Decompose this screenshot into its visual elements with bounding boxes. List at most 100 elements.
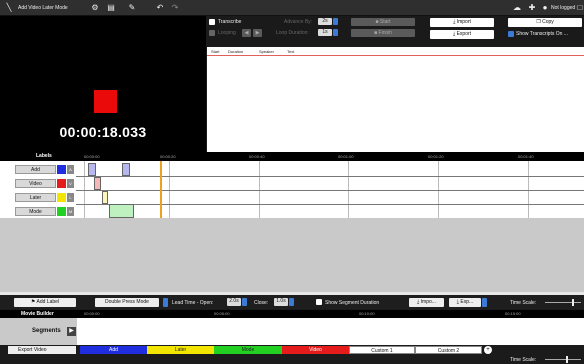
- show-transcripts-label: Show Transcripts On ...: [516, 31, 568, 37]
- top-toolbar: ╲ Add Video Later Mode ⚙ ▤ ✎ ↶ ↷ ☁ ✚ ● N…: [0, 0, 584, 16]
- show-segment-duration-checkbox[interactable]: [316, 299, 322, 307]
- loop-duration-stepper[interactable]: [333, 29, 338, 36]
- transcript-table[interactable]: Start Duration Speaker Text: [207, 47, 584, 152]
- transcribe-checkbox[interactable]: [209, 19, 215, 27]
- label-mode-key: M: [67, 207, 74, 216]
- close-label: Close:: [254, 300, 269, 306]
- timeline-tracks[interactable]: Add A Video V Later L Mode M: [0, 161, 584, 218]
- label-toolbar: ⚑ Add Label Double Press Mode Lead Time …: [0, 295, 584, 309]
- advance-by-stepper[interactable]: [333, 18, 338, 25]
- export-button[interactable]: ⤓ Export: [430, 30, 494, 39]
- transcript-controls: Transcribe Advance By: 2s ■ Start Loopin…: [206, 16, 584, 46]
- copy-button[interactable]: ❐ Copy: [508, 18, 582, 27]
- col-duration[interactable]: Duration: [228, 49, 243, 54]
- movie-builder-tracks: Export Video Add Later Mode Video Custom…: [0, 345, 584, 364]
- timeline-empty-area: [0, 218, 584, 292]
- segment-video[interactable]: [94, 177, 101, 190]
- cloud-icon[interactable]: ☁: [512, 3, 522, 13]
- advance-by-label: Advance By:: [284, 19, 313, 25]
- close-stepper[interactable]: [289, 298, 294, 306]
- tick: 00:01:00: [338, 154, 354, 159]
- add-label-button[interactable]: ⚑ Add Label: [14, 298, 76, 307]
- import-button[interactable]: ⤓ Import: [430, 18, 494, 27]
- segment-later[interactable]: [102, 191, 108, 204]
- redo-icon[interactable]: ↷: [170, 3, 180, 13]
- loop-back-button[interactable]: ◀: [242, 29, 251, 37]
- movie-time-scale-slider[interactable]: [545, 359, 581, 360]
- labels-export-button[interactable]: ⤓ Exp...: [449, 298, 481, 307]
- loop-duration-label: Loop Duration:: [276, 30, 309, 36]
- label-add-button[interactable]: Add: [15, 165, 56, 174]
- label-video-button[interactable]: Video: [15, 179, 56, 188]
- labels-import-button[interactable]: ⤓ Impo...: [409, 298, 444, 307]
- press-mode-dropdown[interactable]: [163, 298, 168, 307]
- segments-play-icon[interactable]: ▶: [67, 327, 76, 336]
- row-divider: [76, 204, 584, 205]
- save-icon[interactable]: ▤: [106, 3, 116, 13]
- lead-time-field[interactable]: 2.0s: [227, 298, 241, 306]
- timeline-ruler[interactable]: Labels 00:00:00 00:00:20 00:00:40 00:01:…: [0, 152, 584, 161]
- time-scale-label: Time Scale:: [510, 300, 537, 306]
- lead-time-stepper[interactable]: [242, 298, 247, 306]
- label-later-color[interactable]: [57, 193, 66, 202]
- video-player[interactable]: 00:00:18.033: [0, 16, 206, 152]
- settings-icon[interactable]: ⚙: [90, 3, 100, 13]
- export-dropdown[interactable]: [482, 298, 487, 307]
- pen-icon[interactable]: ✎: [127, 3, 137, 13]
- col-speaker[interactable]: Speaker: [259, 49, 274, 54]
- row-divider: [76, 176, 584, 177]
- track-add[interactable]: Add: [80, 346, 147, 354]
- tick: 00:01:20: [428, 154, 444, 159]
- track-video[interactable]: Video: [282, 346, 349, 354]
- undo-icon[interactable]: ↶: [155, 3, 165, 13]
- tick: 00:00:40: [249, 154, 265, 159]
- finish-button[interactable]: ■ Finish: [351, 29, 415, 37]
- label-later-button[interactable]: Later: [15, 193, 56, 202]
- login-status[interactable]: Not logged in: [551, 5, 577, 11]
- loop-forward-button[interactable]: ▶: [253, 29, 262, 37]
- label-add-color[interactable]: [57, 165, 66, 174]
- segment-add[interactable]: [122, 163, 130, 176]
- movie-time-scale-thumb[interactable]: [566, 356, 568, 363]
- track-custom-1[interactable]: Custom 1: [349, 346, 415, 354]
- track-later[interactable]: Later: [147, 346, 214, 354]
- close-field[interactable]: 1.0s: [274, 298, 288, 306]
- loop-duration-field[interactable]: 1s: [318, 29, 332, 36]
- segment-add[interactable]: [88, 163, 96, 176]
- mode-title: Add Video Later Mode: [18, 5, 68, 11]
- movie-builder-segments[interactable]: Segments ▶: [0, 318, 584, 345]
- playhead[interactable]: [160, 161, 162, 218]
- segment-mode[interactable]: [109, 204, 134, 218]
- add-track-icon[interactable]: +: [484, 346, 492, 354]
- start-button[interactable]: ■ Start: [351, 18, 415, 26]
- label-mode-button[interactable]: Mode: [15, 207, 56, 216]
- window-icon[interactable]: □: [576, 3, 584, 13]
- app-logo-icon: ╲: [6, 3, 12, 12]
- lead-time-label: Lead Time - Open:: [172, 300, 214, 306]
- user-icon[interactable]: ●: [540, 3, 550, 13]
- add-icon[interactable]: ✚: [527, 3, 537, 13]
- movie-time-scale-label: Time Scale:: [510, 357, 537, 363]
- track-custom-2[interactable]: Custom 2: [415, 346, 482, 354]
- looping-label: Looping: [218, 30, 236, 36]
- time-scale-slider-thumb[interactable]: [572, 299, 574, 306]
- col-start[interactable]: Start: [211, 49, 219, 54]
- transcribe-label: Transcribe: [218, 19, 242, 25]
- movie-builder-title: Movie Builder: [21, 311, 54, 317]
- press-mode-select[interactable]: Double Press Mode: [95, 298, 159, 307]
- track-mode[interactable]: Mode: [214, 346, 282, 354]
- movie-builder-ruler[interactable]: Movie Builder 00:00:00 00:05:00 00:10:00…: [0, 310, 584, 318]
- label-video-key: V: [67, 179, 74, 188]
- show-transcripts-checkbox[interactable]: [508, 31, 514, 39]
- col-text[interactable]: Text: [287, 49, 294, 54]
- time-scale-slider[interactable]: [545, 302, 581, 303]
- advance-by-field[interactable]: 2s: [318, 18, 332, 25]
- tick: 00:05:00: [214, 311, 230, 316]
- looping-checkbox[interactable]: [209, 30, 215, 38]
- tick: 00:00:00: [84, 311, 100, 316]
- label-video-color[interactable]: [57, 179, 66, 188]
- tick: 00:10:00: [359, 311, 375, 316]
- label-mode-color[interactable]: [57, 207, 66, 216]
- export-video-button[interactable]: Export Video: [8, 346, 76, 354]
- row-divider: [76, 190, 584, 191]
